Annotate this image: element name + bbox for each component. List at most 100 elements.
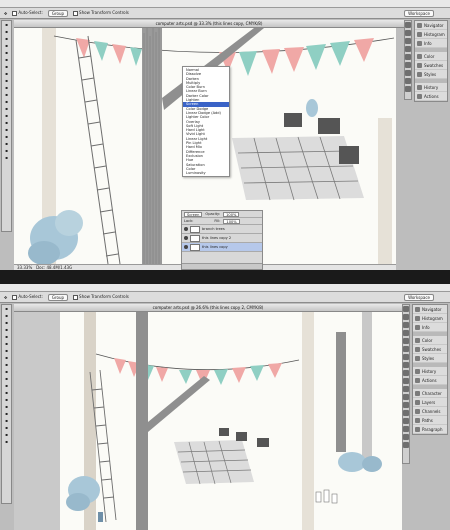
zoom-tool-icon[interactable]: ▪ <box>2 155 11 161</box>
blur-tool-icon[interactable]: ▪ <box>2 106 11 112</box>
transform-controls-checkbox[interactable]: Show Transform Controls <box>73 294 129 300</box>
opacity-field[interactable]: 100% <box>223 211 240 217</box>
panel-tab-styles[interactable]: Styles <box>415 70 447 79</box>
shape-tool-icon[interactable]: ▪ <box>2 141 11 147</box>
panel-shortcut-icon[interactable] <box>403 426 409 432</box>
panel-shortcut-icon[interactable] <box>403 306 409 312</box>
eye-icon[interactable] <box>184 245 188 249</box>
brush-tool-icon[interactable]: ▪ <box>2 71 11 77</box>
panel-shortcut-icon[interactable] <box>403 394 409 400</box>
panel-shortcut-icon[interactable] <box>403 370 409 376</box>
auto-select-checkbox[interactable]: Auto-Select: <box>12 294 43 300</box>
panel-tab-info[interactable]: Info <box>413 323 447 332</box>
type-tool-icon[interactable]: ▪ <box>2 127 11 133</box>
path-select-tool-icon[interactable]: ▪ <box>2 418 11 424</box>
panel-shortcut-icon[interactable] <box>403 402 409 408</box>
panel-shortcut-icon[interactable] <box>403 322 409 328</box>
pen-tool-icon[interactable]: ▪ <box>2 404 11 410</box>
layer-row[interactable]: branch trees <box>182 225 262 234</box>
panel-shortcut-icon[interactable] <box>403 378 409 384</box>
panel-shortcut-icon[interactable] <box>403 338 409 344</box>
dodge-tool-icon[interactable]: ▪ <box>2 397 11 403</box>
panel-shortcut-icon[interactable] <box>403 362 409 368</box>
transform-controls-checkbox[interactable]: Show Transform Controls <box>73 10 129 16</box>
panel-shortcut-icon[interactable] <box>405 54 411 60</box>
panel-shortcut-icon[interactable] <box>405 46 411 52</box>
crop-tool-icon[interactable]: ▪ <box>2 334 11 340</box>
panel-shortcut-icon[interactable] <box>405 62 411 68</box>
panel-shortcut-icon[interactable] <box>405 86 411 92</box>
move-tool-icon[interactable]: ▪ <box>2 22 11 28</box>
document-title-bar[interactable]: computer arts.psd @ 33.3% (this lines co… <box>14 20 404 28</box>
auto-select-dropdown[interactable]: Group <box>47 293 69 301</box>
fill-field[interactable]: 100% <box>223 218 240 224</box>
auto-select-checkbox[interactable]: Auto-Select: <box>12 10 43 16</box>
pen-tool-icon[interactable]: ▪ <box>2 120 11 126</box>
panel-shortcut-icon[interactable] <box>403 346 409 352</box>
history-brush-tool-icon[interactable]: ▪ <box>2 85 11 91</box>
blend-mode-option[interactable]: Luminosity <box>183 171 229 175</box>
brush-tool-icon[interactable]: ▪ <box>2 355 11 361</box>
panel-shortcut-icon[interactable] <box>403 386 409 392</box>
layer-row[interactable]: this lines copy 2 <box>182 234 262 243</box>
path-select-tool-icon[interactable]: ▪ <box>2 134 11 140</box>
panel-tab-info[interactable]: Info <box>415 39 447 48</box>
heal-tool-icon[interactable]: ▪ <box>2 64 11 70</box>
eyedropper-tool-icon[interactable]: ▪ <box>2 341 11 347</box>
panel-shortcut-icon[interactable] <box>403 330 409 336</box>
move-tool-icon[interactable]: ▪ <box>2 306 11 312</box>
hand-tool-icon[interactable]: ▪ <box>2 148 11 154</box>
eraser-tool-icon[interactable]: ▪ <box>2 92 11 98</box>
heal-tool-icon[interactable]: ▪ <box>2 348 11 354</box>
dodge-tool-icon[interactable]: ▪ <box>2 113 11 119</box>
history-brush-tool-icon[interactable]: ▪ <box>2 369 11 375</box>
marquee-tool-icon[interactable]: ▪ <box>2 313 11 319</box>
workspace-dropdown[interactable]: Workspace <box>404 9 434 17</box>
lasso-tool-icon[interactable]: ▪ <box>2 320 11 326</box>
type-tool-icon[interactable]: ▪ <box>2 411 11 417</box>
panel-tab-actions[interactable]: Actions <box>413 376 447 385</box>
move-tool-icon[interactable]: ✥ <box>4 11 7 16</box>
panel-shortcut-icon[interactable] <box>403 354 409 360</box>
zoom-tool-icon[interactable]: ▪ <box>2 439 11 445</box>
workspace-dropdown[interactable]: Workspace <box>404 293 434 301</box>
panel-tab-paragraph[interactable]: Paragraph <box>413 425 447 434</box>
panel-shortcut-icon[interactable] <box>405 78 411 84</box>
lasso-tool-icon[interactable]: ▪ <box>2 36 11 42</box>
panel-shortcut-icon[interactable] <box>403 314 409 320</box>
blend-mode-dropdown[interactable]: Screen <box>184 211 203 217</box>
panel-shortcut-icon[interactable] <box>403 410 409 416</box>
panel-tab-histogram[interactable]: Histogram <box>413 314 447 323</box>
panel-shortcut-icon[interactable] <box>403 434 409 440</box>
panel-shortcut-icon[interactable] <box>405 30 411 36</box>
hand-tool-icon[interactable]: ▪ <box>2 432 11 438</box>
gradient-tool-icon[interactable]: ▪ <box>2 99 11 105</box>
eye-icon[interactable] <box>184 236 188 240</box>
shape-tool-icon[interactable]: ▪ <box>2 425 11 431</box>
stamp-tool-icon[interactable]: ▪ <box>2 362 11 368</box>
panel-tab-actions[interactable]: Actions <box>415 92 447 101</box>
eyedropper-tool-icon[interactable]: ▪ <box>2 57 11 63</box>
panel-shortcut-icon[interactable] <box>405 38 411 44</box>
marquee-tool-icon[interactable]: ▪ <box>2 29 11 35</box>
eraser-tool-icon[interactable]: ▪ <box>2 376 11 382</box>
auto-select-dropdown[interactable]: Group <box>47 9 69 17</box>
gradient-tool-icon[interactable]: ▪ <box>2 383 11 389</box>
eye-icon[interactable] <box>184 227 188 231</box>
layer-row[interactable]: this lines copy <box>182 243 262 252</box>
blur-tool-icon[interactable]: ▪ <box>2 390 11 396</box>
stamp-tool-icon[interactable]: ▪ <box>2 78 11 84</box>
move-tool-icon[interactable]: ✥ <box>4 295 7 300</box>
panel-tab-styles[interactable]: Styles <box>413 354 447 363</box>
panel-shortcut-icon[interactable] <box>405 70 411 76</box>
menu-bar[interactable] <box>0 0 450 8</box>
wand-tool-icon[interactable]: ▪ <box>2 327 11 333</box>
document-canvas[interactable] <box>14 312 402 530</box>
document-title-bar[interactable]: computer arts.psd @ 26.6% (this lines co… <box>14 304 402 312</box>
panel-shortcut-icon[interactable] <box>405 22 411 28</box>
panel-shortcut-icon[interactable] <box>403 442 409 448</box>
panel-shortcut-icon[interactable] <box>403 418 409 424</box>
menu-bar[interactable] <box>0 284 450 292</box>
wand-tool-icon[interactable]: ▪ <box>2 43 11 49</box>
crop-tool-icon[interactable]: ▪ <box>2 50 11 56</box>
